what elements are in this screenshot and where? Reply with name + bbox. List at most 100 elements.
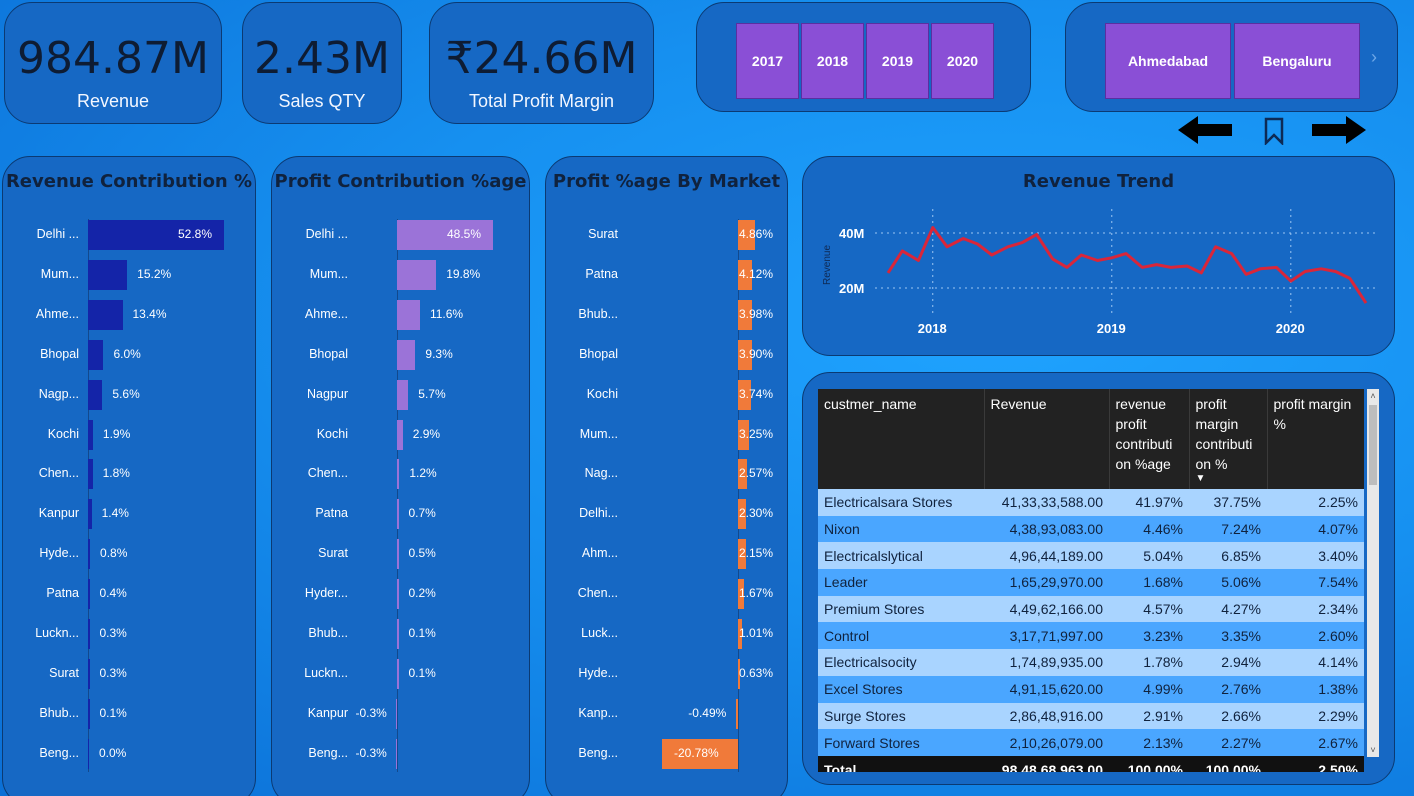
bar-row[interactable]: Kanpur 1.4% <box>3 498 255 538</box>
column-header[interactable]: custmer_name <box>818 389 985 489</box>
bar[interactable] <box>88 619 90 649</box>
column-header[interactable]: profit margin % <box>1267 389 1364 489</box>
year-button-2017[interactable]: 2017 <box>736 23 799 99</box>
table-row[interactable]: Electricalslytical 4,96,44,189.00 5.04% 6.8… <box>818 542 1364 570</box>
bar-row[interactable]: Ahme... 13.4% <box>3 299 255 339</box>
table-row[interactable]: Electricalsara Stores 41,33,33,588.00 41.9… <box>818 489 1364 516</box>
bar[interactable] <box>397 539 399 570</box>
bar[interactable] <box>88 658 90 689</box>
bar-row[interactable]: Chen... 1.67% <box>546 578 787 618</box>
bar-row[interactable]: Mum... 3.25% <box>546 419 787 459</box>
year-button-2018[interactable]: 2018 <box>801 23 864 99</box>
bar-row[interactable]: Hyder... 0.2% <box>272 578 529 618</box>
bar-row[interactable]: Chen... 1.2% <box>272 458 529 498</box>
bar[interactable] <box>397 379 409 410</box>
table-cell: 3.35% <box>1189 622 1267 650</box>
bar-row[interactable]: Beng... 0.0% <box>3 738 255 778</box>
bar[interactable] <box>88 499 92 530</box>
bar-row[interactable]: Delhi ... 52.8% <box>3 219 255 259</box>
bar-row[interactable]: Surat 0.5% <box>272 538 529 578</box>
table-row[interactable]: Leader 1,65,29,970.00 1.68% 5.06% 7.54% <box>818 569 1364 596</box>
bar-row[interactable]: Delhi ... 48.5% <box>272 219 529 259</box>
bar[interactable] <box>397 658 399 689</box>
bar[interactable] <box>88 459 93 490</box>
bar[interactable] <box>397 419 403 450</box>
bar-row[interactable]: Kanp... -0.49% <box>546 698 787 738</box>
table-row[interactable]: Control 3,17,71,997.00 3.23% 3.35% 2.60% <box>818 622 1364 650</box>
bar-row[interactable]: Bhopal 9.3% <box>272 339 529 379</box>
scroll-down-icon[interactable]: ˅ <box>1367 743 1379 757</box>
column-header[interactable]: revenue profit contributi on %age <box>1109 389 1190 489</box>
bar-row[interactable]: Chen... 1.8% <box>3 458 255 498</box>
table-row[interactable]: Nixon 4,38,93,083.00 4.46% 7.24% 4.07% <box>818 515 1364 543</box>
bar[interactable] <box>88 539 91 570</box>
bar[interactable] <box>397 299 420 330</box>
forward-arrow-icon[interactable] <box>1312 114 1366 146</box>
back-arrow-icon[interactable] <box>1178 114 1232 146</box>
bar-row[interactable]: Patna 0.7% <box>272 498 529 538</box>
bar-row[interactable]: Ahme... 11.6% <box>272 299 529 339</box>
bar[interactable] <box>397 499 399 530</box>
bar[interactable] <box>88 419 93 450</box>
city-button-bengaluru[interactable]: Bengaluru <box>1234 23 1360 99</box>
bar-row[interactable]: Kanpur -0.3% <box>272 698 529 738</box>
bar-row[interactable]: Kochi 2.9% <box>272 419 529 459</box>
bar-row[interactable]: Ahm... 2.15% <box>546 538 787 578</box>
table-row[interactable]: Forward Stores 2,10,26,079.00 2.13% 2.27% 2.… <box>818 729 1364 756</box>
bar-row[interactable]: Surat 0.3% <box>3 658 255 698</box>
bar[interactable] <box>88 339 104 370</box>
bar-row[interactable]: Mum... 19.8% <box>272 259 529 299</box>
bar-row[interactable]: Kochi 3.74% <box>546 379 787 419</box>
column-header-sorted[interactable]: profit margin contributi on % ▼ <box>1189 389 1268 489</box>
bar[interactable] <box>736 698 738 729</box>
bar[interactable] <box>397 579 399 610</box>
chevron-right-icon[interactable]: › <box>1371 47 1377 68</box>
table-scrollbar[interactable]: ˄ ˅ <box>1367 389 1379 757</box>
bar-row[interactable]: Nagpur 5.7% <box>272 379 529 419</box>
column-header[interactable]: Revenue <box>984 389 1110 489</box>
bar-row[interactable]: Bhub... 3.98% <box>546 299 787 339</box>
bar-row[interactable]: Bhub... 0.1% <box>272 618 529 658</box>
bar-row[interactable]: Mum... 15.2% <box>3 259 255 299</box>
bar[interactable] <box>88 299 123 330</box>
scroll-up-icon[interactable]: ˄ <box>1367 389 1379 403</box>
table-row[interactable]: Excel Stores 4,91,15,620.00 4.99% 2.76% 1.38… <box>818 675 1364 703</box>
bar[interactable] <box>88 379 103 410</box>
table-row[interactable]: Premium Stores 4,49,62,166.00 4.57% 4.27% 2.… <box>818 595 1364 623</box>
bar[interactable] <box>88 259 128 290</box>
bar-row[interactable]: Luckn... 0.1% <box>272 658 529 698</box>
bar-row[interactable]: Hyde... 0.8% <box>3 538 255 578</box>
bar-row[interactable]: Patna 0.4% <box>3 578 255 618</box>
scrollbar-thumb[interactable] <box>1369 405 1377 485</box>
bar[interactable] <box>397 459 400 490</box>
bar[interactable] <box>397 339 416 370</box>
bar[interactable] <box>88 698 90 729</box>
bar-row[interactable]: Luckn... 0.3% <box>3 618 255 658</box>
bar-row[interactable]: Luck... 1.01% <box>546 618 787 658</box>
bar-row[interactable]: Delhi... 2.30% <box>546 498 787 538</box>
bar[interactable] <box>88 738 89 769</box>
bar[interactable] <box>397 619 399 649</box>
bar-row[interactable]: Kochi 1.9% <box>3 419 255 459</box>
bar-row[interactable]: Bhub... 0.1% <box>3 698 255 738</box>
year-button-2019[interactable]: 2019 <box>866 23 929 99</box>
table-row[interactable]: Surge Stores 2,86,48,916.00 2.91% 2.66% 2.29… <box>818 702 1364 730</box>
bar-row[interactable]: Surat 4.86% <box>546 219 787 259</box>
city-button-ahmedabad[interactable]: Ahmedabad <box>1105 23 1231 99</box>
bar[interactable] <box>88 579 90 610</box>
bar-row[interactable]: Bhopal 6.0% <box>3 339 255 379</box>
bar-row[interactable]: Beng... -0.3% <box>272 738 529 778</box>
table-cell: 7.54% <box>1267 569 1364 596</box>
bar-row[interactable]: Patna 4.12% <box>546 259 787 299</box>
table-row[interactable]: Electricalsocity 1,74,89,935.00 1.78% 2.94%… <box>818 649 1364 676</box>
bar[interactable] <box>395 698 397 729</box>
year-button-2020[interactable]: 2020 <box>931 23 994 99</box>
bar-row[interactable]: Bhopal 3.90% <box>546 339 787 379</box>
bar-row[interactable]: Nagp... 5.6% <box>3 379 255 419</box>
bookmark-icon[interactable] <box>1263 117 1285 145</box>
bar[interactable] <box>395 738 397 769</box>
bar-row[interactable]: Nag... 2.57% <box>546 458 787 498</box>
bar-row[interactable]: Hyde... 0.63% <box>546 658 787 698</box>
bar[interactable] <box>397 259 437 290</box>
bar-row[interactable]: Beng... -20.78% <box>546 738 787 778</box>
